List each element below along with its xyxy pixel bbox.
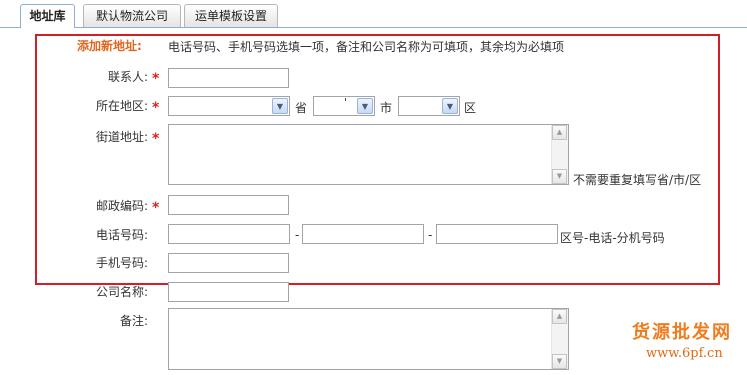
remark-scrollbar[interactable]: ▲ ▼ bbox=[551, 309, 568, 369]
tab-baseline bbox=[0, 27, 747, 28]
phone-separator: - bbox=[295, 228, 300, 242]
form-title: 添加新地址: bbox=[77, 39, 142, 53]
company-input[interactable] bbox=[168, 282, 289, 302]
phone-extension-input[interactable] bbox=[436, 224, 558, 244]
chevron-down-icon[interactable]: ▼ bbox=[357, 98, 373, 114]
contact-label: 联系人: bbox=[107, 70, 148, 84]
district-select[interactable]: ▼ bbox=[398, 96, 460, 116]
city-unit: 市 bbox=[380, 101, 393, 115]
mobile-input[interactable] bbox=[168, 253, 289, 273]
phone-number-input[interactable] bbox=[302, 224, 424, 244]
phone-area-code-input[interactable] bbox=[168, 224, 290, 244]
tab-waybill-template[interactable]: 运单模板设置 bbox=[184, 4, 278, 27]
chevron-down-icon[interactable]: ▼ bbox=[272, 98, 288, 114]
company-label: 公司名称: bbox=[95, 285, 148, 299]
phone-separator: - bbox=[428, 228, 433, 242]
phone-hint: 区号-电话-分机号码 bbox=[560, 231, 665, 245]
city-select[interactable]: ' ▼ bbox=[313, 96, 375, 116]
remark-label: 备注: bbox=[119, 314, 148, 328]
contact-input[interactable] bbox=[168, 68, 289, 88]
street-hint: 不需要重复填写省/市/区 bbox=[573, 173, 702, 187]
mobile-label: 手机号码: bbox=[95, 256, 148, 270]
tab-address-library[interactable]: 地址库 bbox=[20, 4, 75, 28]
required-mark: * bbox=[152, 200, 160, 216]
scroll-up-icon[interactable]: ▲ bbox=[552, 125, 567, 140]
region-label: 所在地区: bbox=[95, 99, 148, 113]
street-textarea[interactable]: ▲ ▼ bbox=[168, 124, 569, 185]
chevron-down-icon[interactable]: ▼ bbox=[442, 98, 458, 114]
zip-input[interactable] bbox=[168, 195, 289, 215]
watermark: 货源批发网 www.6pf.cn bbox=[632, 318, 732, 361]
required-mark: * bbox=[152, 71, 160, 87]
province-unit: 省 bbox=[295, 101, 308, 115]
district-unit: 区 bbox=[464, 101, 477, 115]
required-mark: * bbox=[152, 100, 160, 116]
city-value: ' bbox=[344, 96, 348, 109]
watermark-url: www.6pf.cn bbox=[646, 346, 723, 361]
scroll-down-icon[interactable]: ▼ bbox=[552, 354, 567, 369]
phone-label: 电话号码: bbox=[95, 228, 148, 242]
street-label: 街道地址: bbox=[95, 130, 148, 144]
form-hint: 电话号码、手机号码选填一项，备注和公司名称为可填项，其余均为必填项 bbox=[168, 40, 565, 54]
zip-label: 邮政编码: bbox=[95, 199, 148, 213]
scroll-up-icon[interactable]: ▲ bbox=[552, 309, 567, 324]
tab-default-logistics[interactable]: 默认物流公司 bbox=[83, 4, 181, 27]
province-select[interactable]: ▼ bbox=[168, 96, 290, 116]
required-mark: * bbox=[152, 131, 160, 147]
watermark-text: 货源批发网 bbox=[632, 322, 732, 343]
street-scrollbar[interactable]: ▲ ▼ bbox=[551, 125, 568, 184]
scroll-down-icon[interactable]: ▼ bbox=[552, 169, 567, 184]
remark-textarea[interactable]: ▲ ▼ bbox=[168, 308, 569, 370]
tab-bar: 地址库 默认物流公司 运单模板设置 bbox=[0, 0, 747, 28]
